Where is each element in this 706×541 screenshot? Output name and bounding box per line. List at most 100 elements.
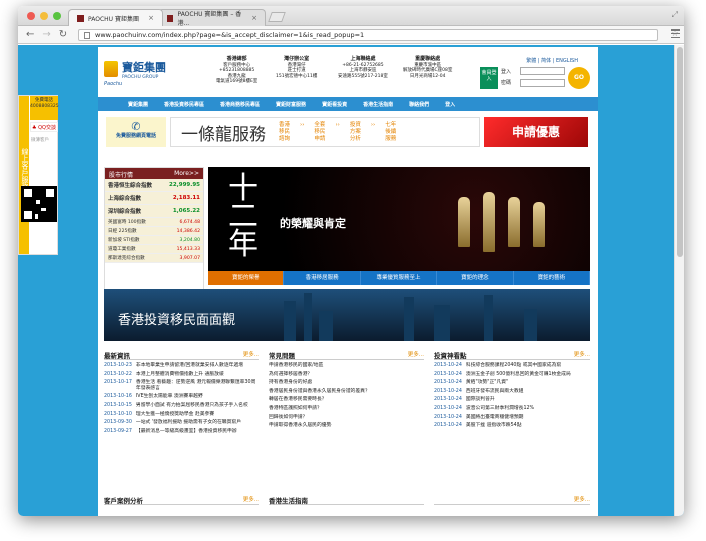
new-tab-button[interactable] xyxy=(268,12,286,22)
market-row[interactable]: 英國富時 100指數 6,674.48 xyxy=(105,218,203,227)
nav-item[interactable]: 登入 xyxy=(445,101,455,108)
invest-item[interactable]: 2013-10-24 國際談判晉升 xyxy=(434,397,590,403)
title-bar: PAOCHU 寶鉅集團 × PAOCHU 寶鉅集團 – 香港... × ⤢ xyxy=(18,6,684,27)
news-more-link[interactable]: 更多... xyxy=(243,350,259,359)
language-links[interactable]: 繁體 | 简体 | ENGLISH xyxy=(526,57,578,64)
step: 香港 移民 諮詢 xyxy=(279,122,291,142)
site-logo[interactable]: 寶鉅集團 PAOCHU GROUP Paochu xyxy=(104,57,184,89)
market-row[interactable]: 香港恒生綜合指數 22,999.95 xyxy=(105,179,203,192)
city-banner[interactable]: 香港投資移民面面觀 xyxy=(104,289,590,341)
username-input[interactable] xyxy=(520,67,565,75)
office-chongqing: 重慶聯絡處 重慶市渝中區 解放碑時代廣場C座08室 日月光商場12-04 xyxy=(403,56,453,79)
logo-badge-icon xyxy=(104,61,118,77)
menu-icon[interactable] xyxy=(671,29,680,38)
customer-service-float: 線上客戶服務熱線 免費電話 4008808325 ♣ QQ交談 微薄客戶 xyxy=(18,95,59,255)
web-phone-button[interactable]: ✆ 免費服務網頁電話 xyxy=(106,117,166,147)
faq-item[interactable]: 香港居民身份證與香港永久居民身份證的差異？ xyxy=(269,389,424,395)
fullscreen-icon[interactable]: ⤢ xyxy=(672,10,678,20)
step-arrow-icon: ›› xyxy=(335,122,340,128)
hero-banner[interactable]: 十二年 的榮耀與肯定 寶鉅的榮譽 香港移居服務 專業優質服務至上 寶鉅的理念 寶… xyxy=(208,167,591,285)
close-window-button[interactable] xyxy=(27,12,35,20)
news-item[interactable]: 2013-10-23 非本地畢業生申請留港/回港就業安排人數逐年遞增 xyxy=(104,363,259,369)
weibo-button[interactable]: 微薄客戶 xyxy=(30,136,58,146)
faq-item[interactable]: 回歸後如何申請？ xyxy=(269,415,424,421)
one-stop-service-banner[interactable]: 一條龍服務 香港 移民 諮詢 ›› 全套 移民 申請 ›› 投資 方案 分析 ›› 七年 後續… xyxy=(170,117,480,147)
faq-more-link[interactable]: 更多... xyxy=(408,350,424,359)
invest-item[interactable]: 2013-10-24 美股下挫 道指收市跌54點 xyxy=(434,423,590,429)
right-more-link[interactable]: 更多... xyxy=(574,495,590,504)
login-go-button[interactable]: GO xyxy=(568,67,590,89)
nav-item[interactable]: 香港商務移民專區 xyxy=(220,101,260,108)
apply-offer-button[interactable]: 申請優惠 xyxy=(484,117,588,147)
nav-item[interactable]: 聯絡我們 xyxy=(409,101,429,108)
market-row[interactable]: 深圳綜合指數 1,065.22 xyxy=(105,205,203,218)
market-title: 股市行情 xyxy=(109,172,134,179)
reload-icon[interactable]: ↻ xyxy=(59,29,67,40)
close-tab-icon[interactable]: × xyxy=(148,14,154,22)
office-shanghai: 上海聯絡處 +86-21-62752685 上海市靜安區 安遠路555號217-218… xyxy=(338,56,388,79)
news-item[interactable]: 2013-10-15 男留學小面試 有力拍案屈移民香港只為孩子手入名校 xyxy=(104,403,259,409)
invest-more-link[interactable]: 更多... xyxy=(574,350,590,359)
scrollbar-thumb[interactable] xyxy=(677,47,683,257)
invest-item[interactable]: 2013-10-24 波音公司第三財季利潤增長12% xyxy=(434,406,590,412)
browser-toolbar: ← → ↻ www.paochuinv.com/index.php?page=&… xyxy=(18,26,684,44)
qq-chat-button[interactable]: ♣ QQ交談 xyxy=(30,122,58,132)
free-hotline[interactable]: 免費電話 4008808325 xyxy=(30,96,59,120)
news-item[interactable]: 2013-10-16 IVE生刨太陽能車 澳洲賽車越野 xyxy=(104,394,259,400)
browser-tab-active[interactable]: PAOCHU 寶鉅集團 × xyxy=(68,9,163,26)
invest-item[interactable]: 2013-10-24 黃栢"攻勢"正"凡資" xyxy=(434,380,590,386)
office-hk: 香港總部 客戶服務中心 +85231808885 香港九龍 電氣道169號8樓E室 xyxy=(216,56,258,85)
forward-icon[interactable]: → xyxy=(42,29,50,40)
password-input[interactable] xyxy=(520,79,565,87)
nav-item[interactable]: 香港投資移民專區 xyxy=(164,101,204,108)
news-item[interactable]: 2013-10-10 理大生獲一極僑授獎助學金 赴美參賽 xyxy=(104,412,259,418)
page-icon xyxy=(84,32,90,39)
market-more-link[interactable]: More>> xyxy=(174,170,199,177)
faq-item[interactable]: 轉居在香港移民需要時長？ xyxy=(269,397,424,403)
back-icon[interactable]: ← xyxy=(26,29,34,40)
nav-item[interactable]: 寶鉅集團 xyxy=(128,101,148,108)
market-row[interactable]: 道瓊工業指數 15,413.33 xyxy=(105,245,203,254)
invest-item[interactable]: 2013-10-24 西班牙發布流民與兩大教組 xyxy=(434,389,590,395)
site-header: 寶鉅集團 PAOCHU GROUP Paochu 香港總部 客戶服務中心 +8523… xyxy=(98,47,598,97)
market-row[interactable]: 那斯達克綜合指數 3,907.07 xyxy=(105,254,203,263)
promo-banner: ✆ 免費服務網頁電話 一條龍服務 香港 移民 諮詢 ›› 全套 移民 申請 ›› 投資方… xyxy=(98,117,598,149)
faq-item[interactable]: 申請香港移民的國家/地區 xyxy=(269,363,424,369)
address-bar[interactable]: www.paochuinv.com/index.php?page=&is_acc… xyxy=(78,29,679,41)
scrollbar[interactable] xyxy=(674,45,684,516)
minimize-window-button[interactable] xyxy=(40,12,48,20)
logo-english: PAOCHU GROUP xyxy=(122,75,159,80)
news-item[interactable]: 2013-10-22 本港上月整體消費物價指數上升 通脹放緩 xyxy=(104,372,259,378)
service-vertical-label[interactable]: 線上客戶服務熱線 xyxy=(19,96,29,254)
hero-tab[interactable]: 寶鉅的理念 xyxy=(437,271,514,285)
hero-tab[interactable]: 專業優質服務至上 xyxy=(361,271,438,285)
market-row[interactable]: 日經 225指數 14,386.42 xyxy=(105,227,203,236)
hero-tab[interactable]: 寶鉅的榮譽 xyxy=(208,271,285,285)
invest-item[interactable]: 2013-10-24 澳洲五金子創 500億利息回的黃金可賺1枚金成局 xyxy=(434,372,590,378)
news-item[interactable]: 2013-10-17 香港生活 看藝趣：逆勢逆風 港元報價樂港聯繫匯率30周年發表… xyxy=(104,380,259,391)
nav-item[interactable]: 寶鉅財富服務 xyxy=(276,101,306,108)
market-row[interactable]: 上海綜合指數 2,183.11 xyxy=(105,192,203,205)
hero-big-text: 十二年 xyxy=(228,171,258,262)
faq-item[interactable]: 香港特區護照如何申請？ xyxy=(269,406,424,412)
news-item[interactable]: 2013-09-27 【最新消息—等級高級畫室】香港投資移民申辦 xyxy=(104,429,259,435)
life-guide-column: 香港生活指南 xyxy=(269,495,424,505)
nav-item[interactable]: 寶鉅看投資 xyxy=(322,101,347,108)
cases-more-link[interactable]: 更多... xyxy=(243,495,259,504)
faq-item[interactable]: 申請取得香港永久居民的優勢 xyxy=(269,423,424,429)
zoom-window-button[interactable] xyxy=(53,12,61,20)
hero-tab[interactable]: 寶鉅的藝術 xyxy=(514,271,591,285)
nav-item[interactable]: 香港生活指南 xyxy=(363,101,393,108)
faq-item[interactable]: 為何選擇移居香港？ xyxy=(269,372,424,378)
faq-item[interactable]: 持有香港身份的好處 xyxy=(269,380,424,386)
invest-item[interactable]: 2013-10-24 科技綜合服務課程2040點 或其中國家成為窮 xyxy=(434,363,590,369)
web-phone-label: 免費服務網頁電話 xyxy=(115,133,156,139)
window-controls xyxy=(27,12,61,20)
market-header: 股市行情 More>> xyxy=(105,168,203,179)
browser-tab[interactable]: PAOCHU 寶鉅集團 – 香港... × xyxy=(158,9,266,27)
invest-item[interactable]: 2013-10-24 美國將出臺電商穩健增預期 xyxy=(434,415,590,421)
news-item[interactable]: 2013-09-30 一站式 '發放福利援助 援助需有子女的在職貧窮戶 xyxy=(104,420,259,426)
hero-tab[interactable]: 香港移居服務 xyxy=(284,271,361,285)
market-row[interactable]: 新加坡 STI指數 3,204.80 xyxy=(105,236,203,245)
close-tab-icon[interactable]: × xyxy=(251,14,257,22)
